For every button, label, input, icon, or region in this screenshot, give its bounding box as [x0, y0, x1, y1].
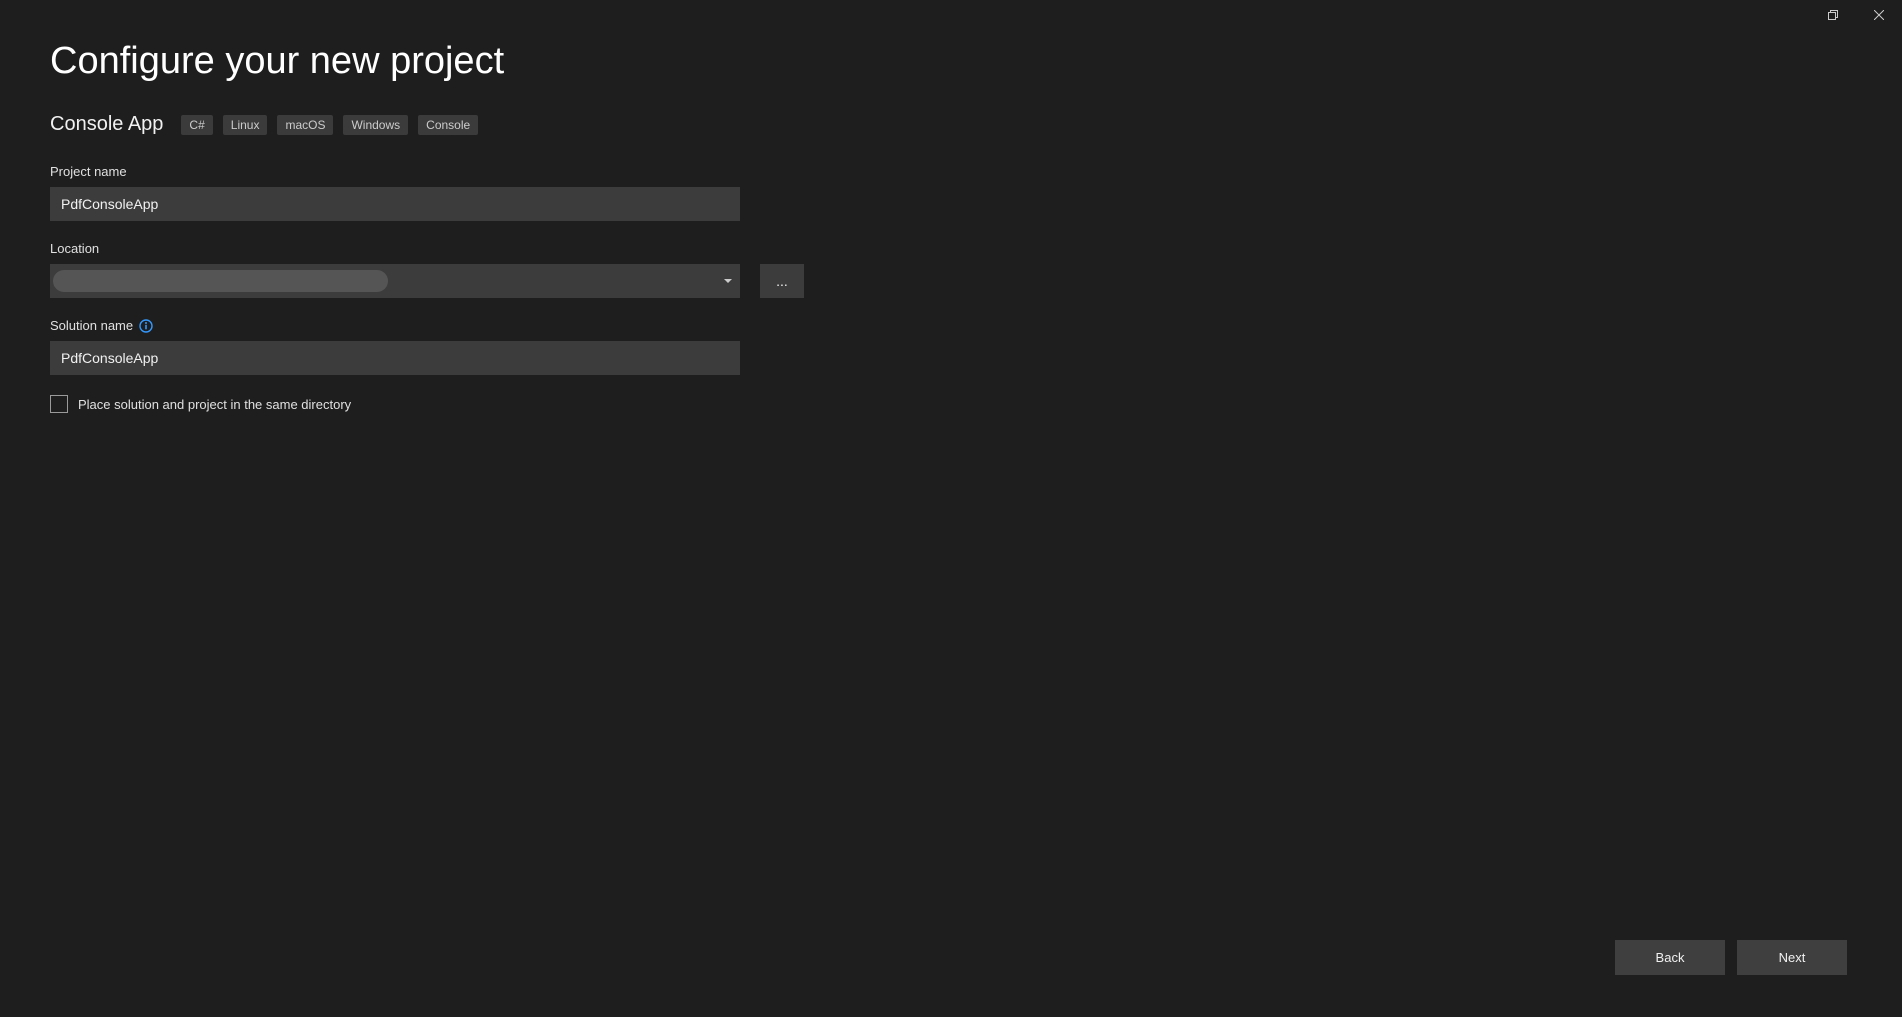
- tag-windows: Windows: [343, 115, 408, 135]
- project-name-group: Project name: [50, 164, 1852, 221]
- solution-name-label-text: Solution name: [50, 318, 133, 333]
- location-input[interactable]: [50, 264, 740, 298]
- template-name: Console App: [50, 113, 163, 136]
- back-button[interactable]: Back: [1615, 940, 1725, 975]
- same-directory-row: Place solution and project in the same d…: [50, 395, 1852, 413]
- same-directory-checkbox[interactable]: [50, 395, 68, 413]
- restore-icon: [1828, 10, 1838, 20]
- tag-console: Console: [418, 115, 478, 135]
- project-name-label: Project name: [50, 164, 1852, 179]
- window-controls: [1810, 0, 1902, 30]
- location-combo[interactable]: [50, 264, 740, 298]
- tag-linux: Linux: [223, 115, 268, 135]
- solution-name-input[interactable]: [50, 341, 740, 375]
- project-name-input[interactable]: [50, 187, 740, 221]
- template-header: Console App C# Linux macOS Windows Conso…: [50, 113, 1852, 136]
- dialog-footer: Back Next: [1615, 940, 1847, 975]
- browse-button[interactable]: ...: [760, 264, 804, 298]
- tag-csharp: C#: [181, 115, 212, 135]
- location-group: Location ...: [50, 241, 1852, 298]
- info-icon[interactable]: [139, 319, 153, 333]
- same-directory-label: Place solution and project in the same d…: [78, 397, 351, 412]
- solution-name-label: Solution name: [50, 318, 1852, 333]
- solution-name-group: Solution name: [50, 318, 1852, 375]
- page-title: Configure your new project: [50, 40, 1852, 83]
- restore-button[interactable]: [1810, 0, 1856, 30]
- dialog-content: Configure your new project Console App C…: [0, 0, 1902, 413]
- tag-macos: macOS: [277, 115, 333, 135]
- template-tags: C# Linux macOS Windows Console: [181, 115, 478, 135]
- location-label: Location: [50, 241, 1852, 256]
- close-icon: [1874, 10, 1884, 20]
- next-button[interactable]: Next: [1737, 940, 1847, 975]
- close-button[interactable]: [1856, 0, 1902, 30]
